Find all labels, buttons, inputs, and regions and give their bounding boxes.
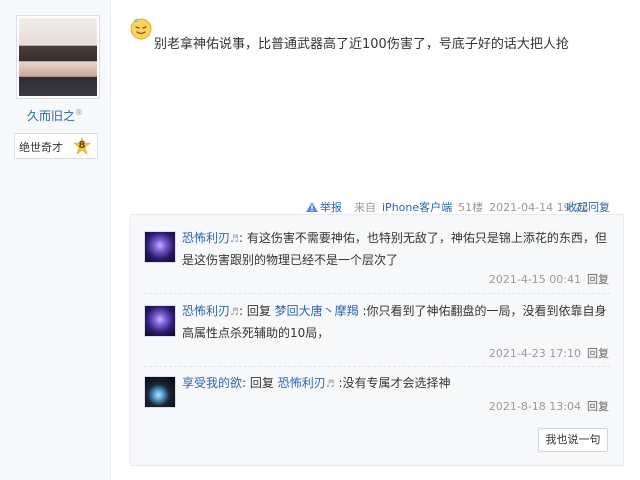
report-link[interactable]: 举报: [306, 201, 348, 214]
reply-author-mark: ♬: [230, 307, 239, 318]
source-device-link[interactable]: iPhone客户端: [382, 201, 452, 214]
reply-body-line2: 高属性点杀死辅助的10局，: [182, 326, 330, 340]
reply-body-line1: :没有专属才会选择神: [334, 376, 451, 390]
level-badge: 8: [73, 137, 91, 155]
reply-author-link[interactable]: 恐怖利刃: [182, 304, 230, 318]
reply-divider: [144, 366, 610, 367]
warning-icon: [306, 202, 318, 212]
reply-text: 享受我的欲: 回复 恐怖利刃♬ :没有专属才会选择神: [182, 373, 612, 395]
reply-body-line1: : 有这伤害不需要神佑，也特别无敌了，神佑只是锦上添花的东西，但: [238, 231, 607, 245]
username-link[interactable]: 久而旧之®: [0, 107, 110, 124]
report-label[interactable]: 举报: [320, 201, 342, 214]
panel-arrow-inner: [587, 209, 597, 215]
reply-time: 2021-4-15 00:41: [488, 273, 581, 286]
reply-body-line2: 是这伤害跟别的物理已经不是一个层次了: [182, 253, 399, 267]
reply-meta: 2021-4-23 17:10 回复: [489, 345, 609, 361]
floor-number: 51楼: [458, 201, 484, 214]
avatar[interactable]: [144, 231, 176, 263]
level-number: 8: [78, 140, 86, 151]
username-mark: ®: [75, 108, 83, 117]
user-sidebar: 久而旧之® 绝世奇才 8: [0, 0, 111, 480]
reply-meta: 2021-8-18 13:04 回复: [489, 398, 609, 414]
user-avatar-frame[interactable]: [16, 15, 100, 99]
reply-author-link[interactable]: 恐怖利刃: [182, 231, 230, 245]
avatar[interactable]: [19, 18, 97, 96]
reply-to-label: : 回复: [238, 304, 275, 318]
post-meta-row: 举报 来自 iPhone客户端 51楼 2021-04-14 19:22: [306, 199, 594, 215]
reply-to-label: : 回复: [242, 376, 278, 390]
level-name: 绝世奇才: [19, 141, 63, 154]
reply-to-link[interactable]: 恐怖利刃: [278, 376, 326, 390]
reply-time: 2021-8-18 13:04: [488, 400, 581, 413]
reply-button[interactable]: 回复: [587, 273, 609, 286]
post-content: 别老拿神佑说事，比普通武器高了近100伤害了，号底子好的话大把人抢: [154, 37, 569, 52]
username-text[interactable]: 久而旧之: [27, 109, 75, 123]
reply-button[interactable]: 回复: [587, 400, 609, 413]
reply-body-line1: :你只看到了神佑翻盘的一局，没看到依靠自身: [358, 304, 607, 318]
reply-author-link[interactable]: 享受我的欲: [182, 376, 242, 390]
reply-divider: [144, 293, 610, 294]
reply-button[interactable]: 回复: [587, 347, 609, 360]
reply-meta: 2021-4-15 00:41 回复: [489, 271, 609, 287]
post-source: 来自 iPhone客户端: [354, 201, 452, 214]
source-prefix: 来自: [354, 201, 376, 214]
reply-to-link[interactable]: 梦回大唐丶摩羯: [275, 304, 359, 318]
reply-text: 恐怖利刃♬: 有这伤害不需要神佑，也特别无敌了，神佑只是锦上添花的东西，但是这伤…: [182, 228, 612, 271]
avatar[interactable]: [144, 376, 176, 408]
sweat-smile-emoji-icon: [130, 18, 152, 40]
reply-author-mark: ♬: [230, 234, 239, 245]
reply-text: 恐怖利刃♬: 回复 梦回大唐丶摩羯 :你只看到了神佑翻盘的一局，没看到依靠自身高…: [182, 301, 612, 344]
reply-time: 2021-4-23 17:10: [488, 347, 581, 360]
say-something-button[interactable]: 我也说一句: [538, 428, 608, 452]
user-level-box[interactable]: 绝世奇才 8: [14, 133, 98, 159]
avatar[interactable]: [144, 305, 176, 337]
reply-to-mark: ♬: [325, 379, 335, 390]
